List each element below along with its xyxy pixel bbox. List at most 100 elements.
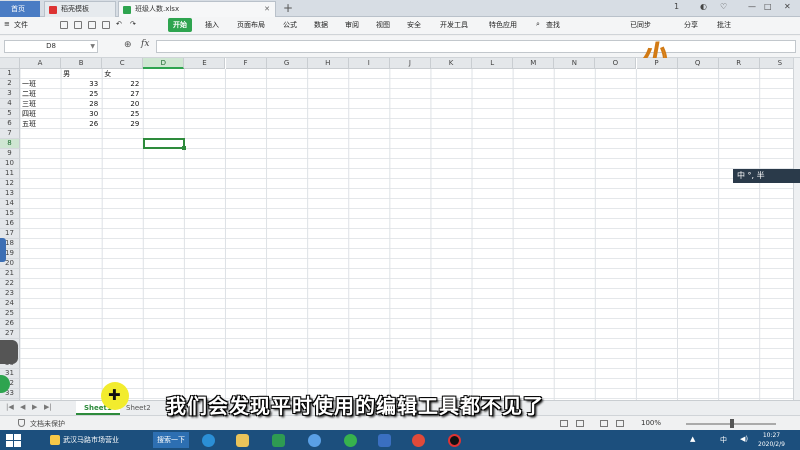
volume-icon[interactable]: ◀): [740, 435, 748, 443]
chevron-down-icon[interactable]: ▼: [90, 41, 95, 52]
print-icon[interactable]: [74, 21, 82, 29]
redo-icon[interactable]: ↷: [130, 20, 136, 28]
sync-status[interactable]: 已同步: [630, 20, 651, 30]
minimize-button[interactable]: —: [748, 2, 756, 11]
row-header[interactable]: 25: [0, 309, 20, 319]
taskbar-ime[interactable]: 中: [720, 435, 727, 445]
page-layout-view-icon[interactable]: [576, 420, 584, 427]
tab-workbook[interactable]: 班级人数.xlsx ✕: [118, 1, 276, 17]
row-header[interactable]: 2: [0, 79, 20, 89]
column-header[interactable]: H: [307, 58, 349, 69]
page-break-view-icon[interactable]: [600, 420, 608, 427]
app-store-icon[interactable]: [264, 432, 294, 448]
column-header[interactable]: F: [225, 58, 267, 69]
spreadsheet-grid[interactable]: ABCDEFGHIJKLMNOPQRS 1 2 3 4 5 6 7 8 9 10 11 12 13 14 1…: [0, 58, 800, 400]
cell[interactable]: 女: [102, 69, 143, 79]
cell[interactable]: 22: [102, 79, 143, 89]
cell[interactable]: 26: [61, 119, 102, 129]
normal-view-icon[interactable]: [560, 420, 568, 427]
floating-tool-button[interactable]: [0, 340, 18, 364]
taskbar-search-button[interactable]: 搜索一下: [153, 432, 189, 448]
preview-icon[interactable]: [88, 21, 96, 29]
cell[interactable]: 27: [102, 89, 143, 99]
row-header[interactable]: 10: [0, 159, 20, 169]
cell[interactable]: 一班: [20, 79, 61, 89]
column-header[interactable]: D: [143, 58, 185, 69]
row-header[interactable]: 4: [0, 99, 20, 109]
row-header[interactable]: 1: [0, 69, 20, 79]
cell[interactable]: [20, 69, 61, 79]
column-header[interactable]: I: [348, 58, 390, 69]
column-header[interactable]: M: [513, 58, 555, 69]
menu-review[interactable]: 审阅: [345, 20, 359, 30]
menu-formulas[interactable]: 公式: [283, 20, 297, 30]
menu-page-layout[interactable]: 页面布局: [237, 20, 265, 30]
active-cell-d8[interactable]: [143, 138, 186, 150]
row-header[interactable]: 27: [0, 329, 20, 339]
row-header[interactable]: 3: [0, 89, 20, 99]
row-header[interactable]: 9: [0, 149, 20, 159]
row-header[interactable]: 6: [0, 119, 20, 129]
menu-special[interactable]: 特色应用: [489, 20, 517, 30]
prev-sheet-icon[interactable]: ◀: [20, 403, 25, 411]
hamburger-icon[interactable]: ≡: [4, 20, 10, 28]
row-header[interactable]: 26: [0, 319, 20, 329]
taskbar-clock[interactable]: 10:27 2020/2/9: [758, 431, 785, 449]
tray-arrow-icon[interactable]: ▲: [690, 435, 695, 443]
skin-icon[interactable]: ♡: [720, 2, 727, 11]
column-header[interactable]: A: [20, 58, 62, 69]
menu-search[interactable]: 查找: [546, 20, 560, 30]
column-header[interactable]: R: [718, 58, 760, 69]
next-sheet-icon[interactable]: ▶: [32, 403, 37, 411]
column-header[interactable]: J: [389, 58, 431, 69]
column-header[interactable]: E: [184, 58, 226, 69]
row-header[interactable]: 21: [0, 269, 20, 279]
cell[interactable]: 五班: [20, 119, 61, 129]
cell[interactable]: 28: [61, 99, 102, 109]
row-header[interactable]: 7: [0, 129, 20, 139]
share-button[interactable]: 分享: [684, 20, 698, 30]
name-box[interactable]: D8 ▼: [4, 40, 98, 53]
row-header[interactable]: 8: [0, 139, 20, 149]
cell[interactable]: 33: [61, 79, 102, 89]
cell[interactable]: 三班: [20, 99, 61, 109]
cell[interactable]: 二班: [20, 89, 61, 99]
row-header[interactable]: 16: [0, 219, 20, 229]
vertical-scrollbar[interactable]: [793, 58, 800, 400]
chrome-icon[interactable]: [404, 432, 434, 448]
reading-view-icon[interactable]: [616, 420, 624, 427]
row-header[interactable]: 23: [0, 289, 20, 299]
row-header[interactable]: 24: [0, 299, 20, 309]
search-icon[interactable]: ⌕: [536, 20, 540, 29]
close-window-button[interactable]: ✕: [784, 2, 791, 11]
column-header[interactable]: C: [102, 58, 144, 69]
row-header[interactable]: 5: [0, 109, 20, 119]
save-icon[interactable]: [60, 21, 68, 29]
cell[interactable]: 四班: [20, 109, 61, 119]
column-header[interactable]: L: [472, 58, 514, 69]
column-header[interactable]: Q: [677, 58, 719, 69]
row-header[interactable]: 14: [0, 199, 20, 209]
column-header[interactable]: O: [595, 58, 637, 69]
undo-icon[interactable]: ↶: [116, 20, 122, 28]
menu-insert[interactable]: 插入: [205, 20, 219, 30]
ime-toolbar[interactable]: 中 °, 半: [733, 169, 800, 183]
row-header[interactable]: 13: [0, 189, 20, 199]
first-sheet-icon[interactable]: |◀: [6, 403, 14, 411]
row-header[interactable]: 11: [0, 169, 20, 179]
windows-start-button[interactable]: [2, 432, 24, 448]
cell[interactable]: 25: [61, 89, 102, 99]
side-handle[interactable]: [0, 238, 6, 262]
menu-home[interactable]: 开始: [168, 18, 192, 32]
row-header[interactable]: 15: [0, 209, 20, 219]
comment-button[interactable]: 批注: [717, 20, 731, 30]
zoom-lens-icon[interactable]: ⊕: [124, 40, 132, 50]
row-header[interactable]: 22: [0, 279, 20, 289]
menu-developer[interactable]: 开发工具: [440, 20, 468, 30]
column-header[interactable]: P: [636, 58, 678, 69]
export-icon[interactable]: [102, 21, 110, 29]
menu-data[interactable]: 数据: [314, 20, 328, 30]
green-app-icon[interactable]: [336, 432, 366, 448]
file-explorer-icon[interactable]: [228, 432, 258, 448]
last-sheet-icon[interactable]: ▶|: [44, 403, 52, 411]
